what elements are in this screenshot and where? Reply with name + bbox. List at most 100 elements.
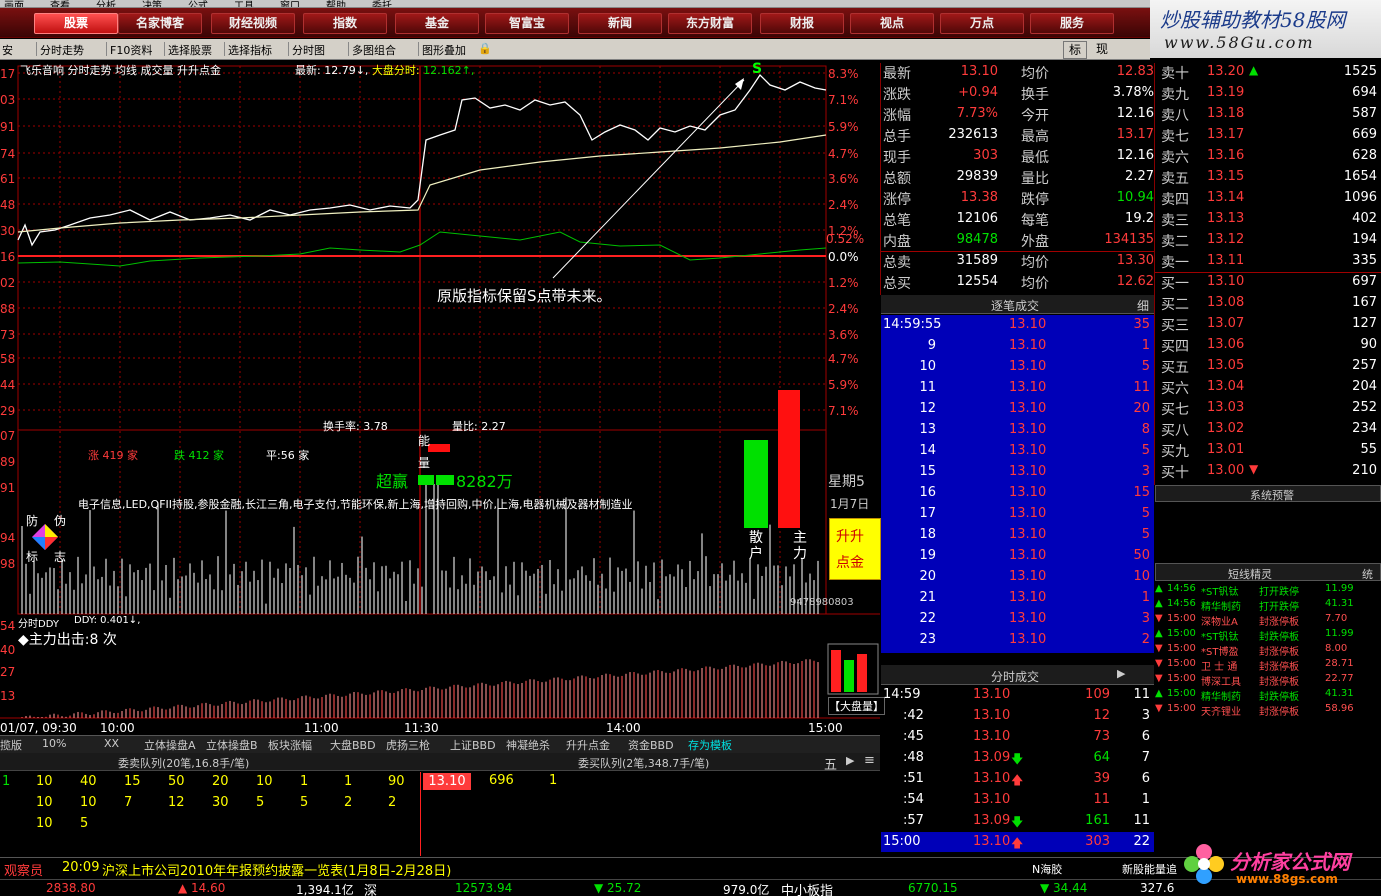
book-price[interactable]: 13.07 — [1207, 316, 1244, 331]
book-price[interactable]: 13.08 — [1207, 295, 1244, 310]
indicator-tab[interactable]: 神凝绝杀 — [506, 737, 550, 753]
five-button[interactable]: 五 — [824, 754, 837, 773]
menu-item[interactable]: 分析 — [96, 0, 116, 7]
toolbar-button[interactable]: F10资料 — [110, 42, 152, 58]
book-price[interactable]: 13.06 — [1207, 337, 1244, 352]
book-price[interactable]: 13.00 — [1207, 463, 1244, 478]
book-price[interactable]: 13.01 — [1207, 442, 1244, 457]
nav-button[interactable]: 新闻 — [578, 13, 662, 34]
indicator-tab[interactable]: 板块涨幅 — [268, 737, 312, 753]
trade-volume: 5 — [1141, 506, 1150, 521]
menu-item[interactable]: 查看 — [50, 0, 70, 7]
book-price[interactable]: 13.14 — [1207, 190, 1244, 205]
nav-button[interactable]: 名家博客 — [118, 13, 202, 34]
book-price[interactable]: 13.11 — [1207, 253, 1244, 268]
indicator-tab[interactable]: 上证BBD — [450, 737, 496, 753]
indicator-tab[interactable]: 揽版 — [0, 737, 22, 753]
quote-label-2: 跌停 — [1021, 192, 1049, 208]
book-price[interactable]: 13.12 — [1207, 232, 1244, 247]
book-price[interactable]: 13.10 — [1207, 274, 1244, 289]
nav-button[interactable]: 服务 — [1030, 13, 1114, 34]
tab-ma[interactable]: 均线 — [115, 64, 137, 77]
book-price[interactable]: 13.19 — [1207, 85, 1244, 100]
book-price[interactable]: 13.03 — [1207, 400, 1244, 415]
menu-item[interactable]: 工具 — [234, 0, 254, 7]
intraday-chart[interactable]: 17 03 91 74 61 48 30 16 02 88 73 58 44 29 8.3% 7.1% 5.9%… — [0, 60, 880, 740]
nav-button[interactable]: 基金 — [395, 13, 479, 34]
indicator-tab[interactable]: 立体操盘B — [206, 737, 258, 753]
alert-stock[interactable]: *ST钒钛 — [1201, 628, 1238, 643]
toolbar-an[interactable]: 安 — [2, 42, 13, 58]
play-icon[interactable]: ▶ — [846, 754, 854, 767]
indicator-tab[interactable]: 10% — [42, 737, 66, 750]
tab-volume[interactable]: 成交量 — [141, 64, 174, 77]
nav-button[interactable]: 股票 — [34, 13, 118, 34]
indicator-tab[interactable]: XX — [104, 737, 119, 750]
indicator-tab[interactable]: 资金BBD — [628, 737, 674, 753]
menu-item[interactable]: 委托 — [372, 0, 392, 7]
news-right-2[interactable]: 新股能量追 — [1122, 861, 1177, 877]
book-price[interactable]: 13.20 — [1207, 64, 1244, 79]
menu-item[interactable]: 帮助 — [326, 0, 346, 7]
alert-stock[interactable]: 博深工具 — [1201, 673, 1241, 688]
book-price[interactable]: 13.16 — [1207, 148, 1244, 163]
nav-button[interactable]: 财报 — [760, 13, 844, 34]
minute-trades[interactable]: 14:59 13.10 109 11:42 13.10 12 3:45 13.10 73 6:48… — [881, 687, 1154, 855]
alert-stock[interactable]: 精华制药 — [1201, 598, 1241, 613]
news-headline[interactable]: 沪深上市公司2010年年报预约披露一览表(1月8日-2月28日) — [102, 860, 451, 879]
book-price[interactable]: 13.02 — [1207, 421, 1244, 436]
nav-button[interactable]: 财经视频 — [211, 13, 295, 34]
nav-button[interactable]: 指数 — [303, 13, 387, 34]
tab-intraday[interactable]: 分时走势 — [68, 64, 112, 77]
toolbar-button[interactable]: 多图组合 — [352, 42, 396, 58]
alert-stock[interactable]: 深物业A — [1201, 613, 1238, 628]
book-price[interactable]: 13.15 — [1207, 169, 1244, 184]
menu-item[interactable]: 窗口 — [280, 0, 300, 7]
alert-value: 11.99 — [1325, 628, 1354, 639]
alert-stock[interactable]: 精华制药 — [1201, 688, 1241, 703]
toolbar-button[interactable]: 图形叠加 — [422, 42, 466, 58]
book-price[interactable]: 13.04 — [1207, 379, 1244, 394]
toolbar-button[interactable]: 分时图 — [292, 42, 325, 58]
indicator-tab[interactable]: 立体操盘A — [144, 737, 196, 753]
nav-button[interactable]: 万点 — [940, 13, 1024, 34]
pct-axis-label: 7.1% — [828, 404, 859, 418]
book-label: 买三 — [1161, 318, 1189, 334]
indicator-tab[interactable]: 升升点金 — [566, 737, 610, 753]
trades-list[interactable]: 14:59:55 13.10 35 9 13.10 1 10 13.10 5 11 13.10 11 1… — [881, 315, 1154, 653]
alert-stock[interactable]: 天齐锂业 — [1201, 703, 1241, 718]
indicator-tab[interactable]: 存为模板 — [688, 737, 732, 753]
tab-shengsheng[interactable]: 升升点金 — [177, 64, 221, 77]
tab-biao[interactable]: 标 — [1063, 41, 1087, 59]
market-volume-label[interactable]: 【大盘量】 — [828, 697, 885, 715]
trades-detail[interactable]: 细 — [1137, 297, 1149, 314]
indicator-tab[interactable]: 大盘BBD — [330, 737, 376, 753]
tab-xian[interactable]: 现 — [1090, 41, 1114, 59]
toolbar-button[interactable]: 选择股票 — [168, 42, 212, 58]
book-price[interactable]: 13.17 — [1207, 127, 1244, 142]
alert-stock[interactable]: 卫 士 通 — [1201, 658, 1237, 673]
lock-icon[interactable]: 🔒 — [478, 42, 492, 55]
book-price[interactable]: 13.18 — [1207, 106, 1244, 121]
book-price[interactable]: 13.13 — [1207, 211, 1244, 226]
nav-button[interactable]: 视点 — [850, 13, 934, 34]
book-price[interactable]: 13.05 — [1207, 358, 1244, 373]
nav-button[interactable]: 东方财富 — [668, 13, 752, 34]
menu-item[interactable]: 决策 — [142, 0, 162, 7]
toolbar-button[interactable]: 选择指标 — [228, 42, 272, 58]
menu-icon[interactable]: ≡ — [864, 753, 875, 768]
ddy-label: 分时DDY — [18, 619, 59, 630]
alert-stock[interactable]: *ST钒钛 — [1201, 583, 1238, 598]
shengsheng-button[interactable]: 升升 点金 — [829, 518, 881, 580]
indicator-tab[interactable]: 虎扬三枪 — [386, 737, 430, 753]
short-elf-right[interactable]: 统 — [1362, 566, 1373, 582]
minute-arrow-icon[interactable]: ▶ — [1117, 667, 1125, 680]
price-axis-label: 61 — [0, 172, 15, 186]
menu-item[interactable]: 公式 — [188, 0, 208, 7]
menu-item[interactable]: 画面 — [4, 0, 24, 7]
book-label: 卖五 — [1161, 171, 1189, 187]
alert-stock[interactable]: *ST博盈 — [1201, 643, 1238, 658]
news-right-1[interactable]: N海胶 — [1032, 861, 1062, 877]
toolbar-button[interactable]: 分时走势 — [40, 42, 84, 58]
nav-button[interactable]: 智富宝 — [485, 13, 569, 34]
